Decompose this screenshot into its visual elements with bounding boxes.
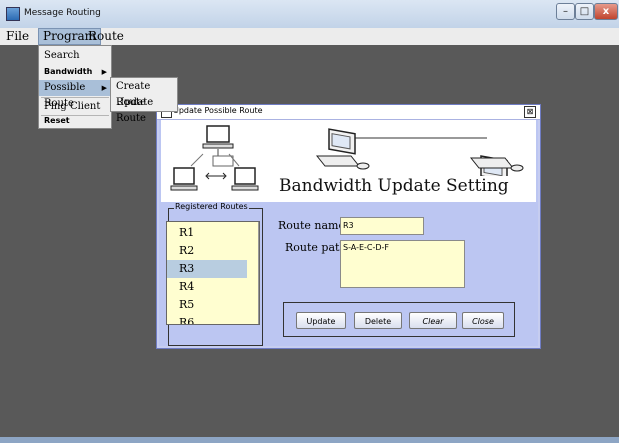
menu-separator — [41, 97, 109, 98]
routes-scrollbar[interactable]: ▲ ▼ — [258, 222, 260, 324]
bottom-border — [0, 437, 619, 443]
menu-file[interactable]: File — [2, 28, 33, 45]
banner-title: Bandwidth Update Setting — [279, 176, 509, 196]
route-item-r6[interactable]: R6 — [167, 314, 247, 324]
action-buttons-group: Update Delete Clear Close — [283, 302, 515, 337]
menu-item-bandwidth-label: Bandwidth — [44, 67, 93, 76]
menu-item-reset-label: Reset — [44, 116, 70, 125]
possible-route-submenu: Create Route Update Route — [110, 77, 178, 124]
delete-button[interactable]: Delete — [354, 312, 402, 329]
menu-item-bandwidth[interactable]: Bandwidth ▶ — [39, 64, 111, 80]
menu-item-update-route[interactable]: Update Route — [111, 95, 177, 124]
menu-item-reset[interactable]: Reset — [39, 113, 111, 129]
menu-route[interactable]: Route — [84, 28, 128, 45]
window-titlebar: Message Routing – □ x — [0, 0, 619, 29]
app-icon — [6, 7, 20, 21]
route-name-label: Route name — [278, 219, 345, 232]
menu-item-search-label: Search — [44, 50, 80, 61]
window-title: Message Routing — [24, 8, 101, 18]
close-window-button[interactable]: x — [594, 3, 618, 20]
submenu-arrow-icon: ▶ — [101, 68, 107, 76]
computers-link-icon — [315, 128, 524, 176]
dialog-banner: Bandwidth Update Setting — [161, 120, 536, 202]
route-path-label: Route path — [285, 241, 347, 254]
dialog-title: Update Possible Route — [173, 106, 263, 115]
registered-routes-legend: Registered Routes — [174, 202, 249, 211]
maximize-button[interactable]: □ — [575, 3, 594, 20]
route-item-r4[interactable]: R4 — [167, 278, 247, 296]
route-item-r5[interactable]: R5 — [167, 296, 247, 314]
route-item-r1[interactable]: R1 — [167, 224, 247, 242]
network-diagram-icon — [170, 125, 259, 191]
clear-button[interactable]: Clear — [409, 312, 457, 329]
submenu-arrow-icon: ▶ — [101, 84, 107, 92]
route-item-r2[interactable]: R2 — [167, 242, 247, 260]
update-route-dialog: Update Possible Route ⊠ Bandwidth Update… — [156, 104, 541, 349]
menu-item-possible-route[interactable]: Possible Route ▶ — [39, 80, 111, 109]
menu-item-ping-client-label: Ping Client — [44, 101, 101, 112]
close-button[interactable]: Close — [462, 312, 504, 329]
menu-item-create-route[interactable]: Create Route — [111, 79, 177, 108]
menu-item-search[interactable]: Search — [39, 48, 111, 64]
update-button[interactable]: Update — [296, 312, 346, 329]
program-dropdown-menu: Search Bandwidth ▶ Possible Route ▶ Ping C… — [38, 45, 112, 129]
route-item-r3[interactable]: R3 — [167, 260, 247, 278]
route-path-textarea[interactable]: S-A-E-C-D-F — [340, 240, 465, 288]
dialog-close-button[interactable]: ⊠ — [524, 106, 536, 118]
minimize-button[interactable]: – — [556, 3, 575, 20]
scroll-down-arrow-icon[interactable]: ▼ — [259, 310, 260, 320]
dialog-titlebar: Update Possible Route ⊠ — [157, 105, 540, 120]
route-name-input[interactable]: R3 — [340, 217, 424, 235]
menubar: File Program Route — [0, 28, 619, 46]
scroll-up-arrow-icon[interactable]: ▲ — [259, 224, 260, 234]
registered-routes-list[interactable]: R1 R2 R3 R4 R5 R6 ▲ ▼ — [166, 221, 260, 325]
